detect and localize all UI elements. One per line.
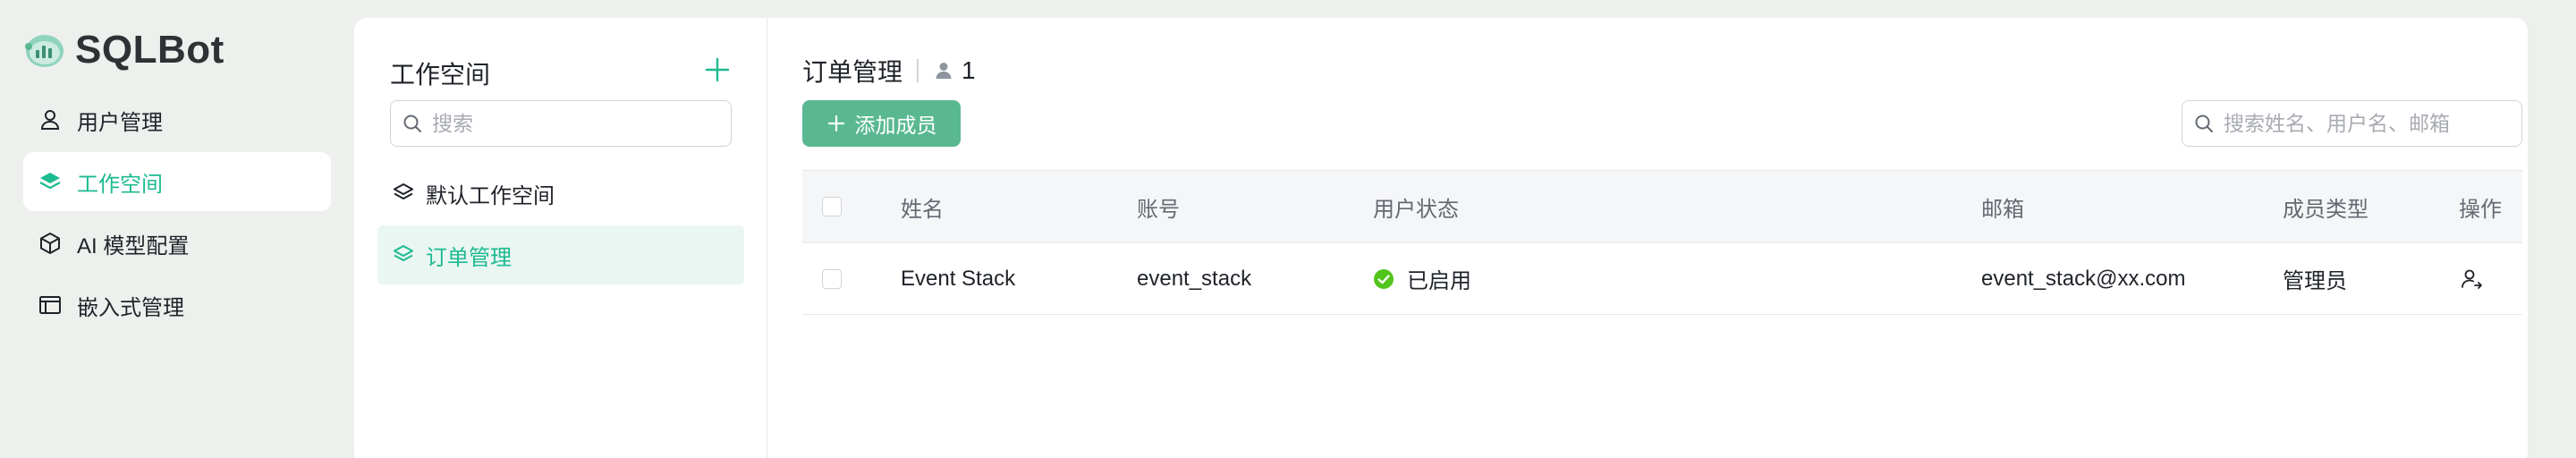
table-row: Event Stack event_stack 已启用 event_stack@… [802,243,2522,315]
workspace-item-default[interactable]: 默认工作空间 [377,164,744,223]
plus-icon [827,114,844,132]
add-workspace-plus-icon[interactable] [703,55,732,84]
members-header: 订单管理 1 [802,55,976,86]
row-checkbox[interactable] [822,268,842,289]
layers-icon [394,183,413,199]
add-member-button[interactable]: 添加成员 [802,100,961,147]
member-name: Event Stack [901,266,1016,291]
nav-item-label: 用户管理 [77,110,163,135]
nav-item-embedded-management[interactable]: 嵌入式管理 [23,276,331,335]
title-divider [917,59,919,82]
member-account: event_stack [1137,266,1252,291]
workspace-panel-title: 工作空间 [390,61,491,89]
user-icon [40,110,60,130]
nav-item-user-management[interactable]: 用户管理 [23,90,331,149]
workspace-search-input[interactable] [432,111,700,136]
member-search-box[interactable] [2182,100,2522,147]
search-icon [403,114,421,132]
column-header-name: 姓名 [901,197,944,222]
workspace-item-label: 订单管理 [426,245,512,270]
row-select-cell [822,243,842,314]
nav-item-ai-model-config[interactable]: AI 模型配置 [23,214,331,273]
column-header-status: 用户状态 [1373,197,1459,222]
layers-icon [39,173,61,190]
table-header: 姓名 账号 用户状态 邮箱 成员类型 操作 [802,170,2522,243]
workspace-search-box[interactable] [390,100,732,147]
nav-item-label: 工作空间 [77,172,163,197]
member-actions [2459,243,2484,314]
member-type: 管理员 [2283,269,2347,293]
brand-name: SQLBot [75,28,225,72]
member-email: event_stack@xx.com [1981,266,2186,291]
search-icon [2195,114,2213,132]
member-status: 已启用 [1373,243,1471,314]
main-card: 工作空间 默认工作空间 订单管理 [354,18,2528,458]
member-search-input[interactable] [2224,111,2510,136]
left-nav: SQLBot 用户管理 工作空间 AI 模型配置 嵌入式管理 [0,0,353,458]
layers-icon [394,245,413,261]
member-count-user-icon [936,63,952,79]
sqlbot-logo-icon [25,35,64,67]
embed-window-icon [39,296,61,314]
select-all-cell [822,171,842,242]
select-all-checkbox[interactable] [822,197,842,216]
member-status-label: 已启用 [1407,269,1471,293]
nav-item-label: AI 模型配置 [77,233,190,259]
workspace-item-label: 默认工作空间 [426,183,555,208]
add-member-button-label: 添加成员 [854,114,937,137]
nav-item-label: 嵌入式管理 [77,295,184,320]
cube-icon [40,233,60,254]
check-circle-icon [1374,268,1394,289]
brand: SQLBot [23,25,225,75]
user-transfer-icon[interactable] [2459,267,2484,292]
workspace-item-order-management[interactable]: 订单管理 [377,225,744,284]
members-table: 姓名 账号 用户状态 邮箱 成员类型 操作 Event Stack event_… [802,170,2522,315]
column-header-email: 邮箱 [1981,197,2024,222]
column-header-member-type: 成员类型 [2283,197,2368,222]
column-header-actions: 操作 [2459,197,2502,222]
member-count: 1 [962,56,976,84]
workspace-panel: 工作空间 默认工作空间 订单管理 [354,18,767,458]
nav-item-workspace[interactable]: 工作空间 [23,152,331,211]
column-header-account: 账号 [1137,197,1180,222]
members-section: 订单管理 1 添加成员 搜索姓名、用户名、邮箱 姓名 账号 用户状态 邮箱 成员… [768,18,2528,458]
page-title: 订单管理 [802,58,903,86]
